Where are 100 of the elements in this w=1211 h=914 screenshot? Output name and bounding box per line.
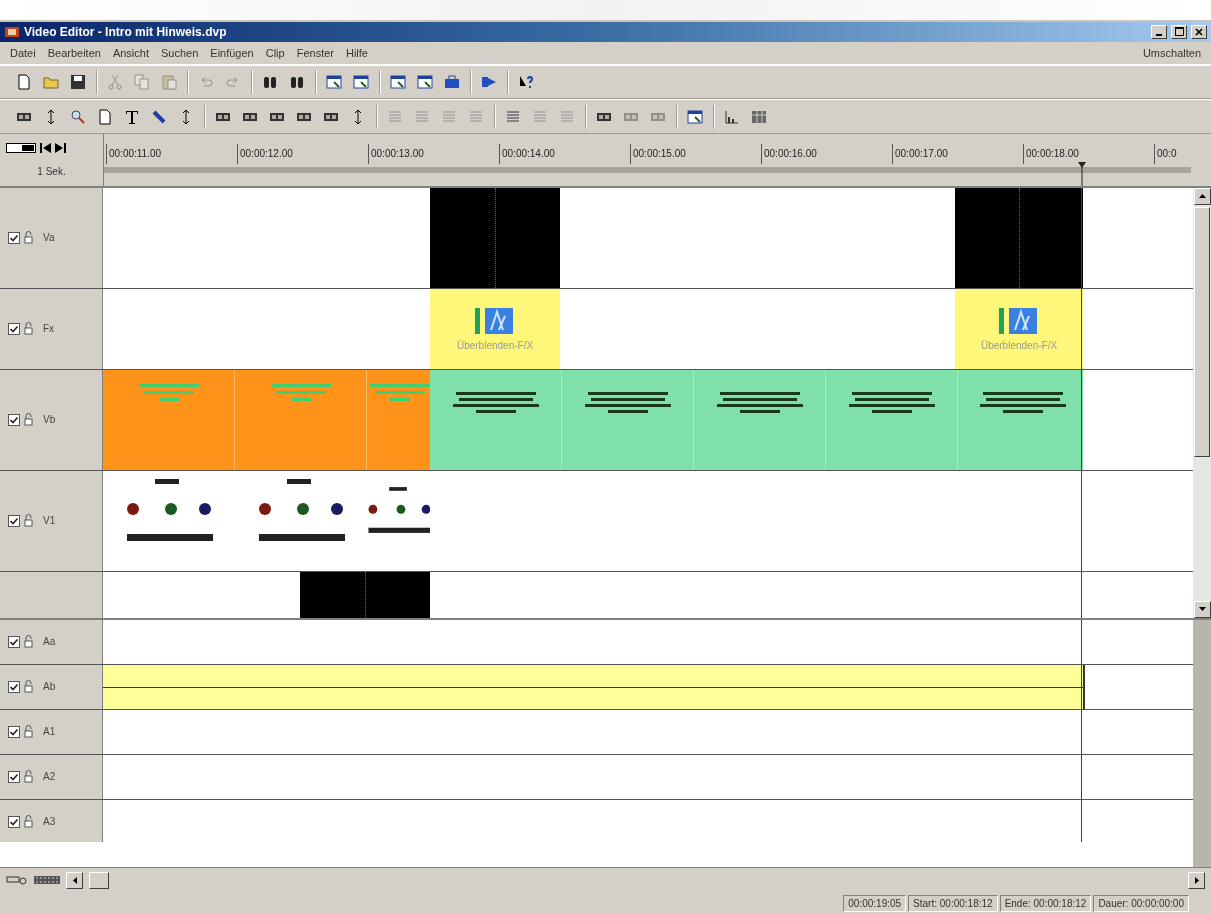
text-icon — [124, 108, 140, 125]
open-lock-icon[interactable] — [24, 514, 33, 528]
copy-icon — [134, 73, 150, 90]
open-lock-icon[interactable] — [24, 635, 33, 649]
toolbox-icon — [444, 73, 460, 90]
window-icon — [687, 108, 703, 125]
menu-item[interactable]: Fenster — [290, 44, 340, 61]
open-lock-icon[interactable] — [24, 770, 33, 784]
minimize-icon — [1156, 33, 1162, 36]
app-icon — [4, 24, 20, 39]
time-label: 00:00:18.00 — [1023, 144, 1079, 164]
open-lock-icon[interactable] — [24, 725, 33, 739]
visibility-checkbox[interactable] — [8, 680, 20, 693]
down-arrow-icon — [1198, 607, 1206, 612]
time-label: 00:00:11.00 — [106, 144, 162, 164]
paste-icon — [161, 73, 177, 90]
track-label: A3 — [43, 816, 56, 828]
list-icon — [505, 108, 521, 125]
menu-item[interactable]: Umschalten — [1136, 44, 1207, 61]
scissors-icon — [107, 73, 123, 90]
document-icon — [16, 73, 32, 90]
time-label: 00:00:16.00 — [761, 144, 817, 164]
open-lock-icon[interactable] — [24, 413, 33, 427]
visibility-checkbox[interactable] — [8, 231, 20, 244]
window-icon — [417, 73, 433, 90]
status-field: Ende: 00:00:18:12 — [999, 894, 1092, 912]
visibility-checkbox[interactable] — [8, 514, 20, 527]
minimize-button[interactable] — [1151, 24, 1167, 39]
help-icon — [518, 73, 534, 90]
time-label: 00:00:15.00 — [630, 144, 686, 164]
menu-item[interactable]: Ansicht — [106, 44, 155, 61]
track-label: Va — [43, 232, 55, 244]
filmstrip-icon[interactable] — [34, 874, 60, 887]
open-lock-icon[interactable] — [24, 322, 33, 336]
left-arrow-icon — [72, 876, 77, 884]
video-clip[interactable] — [955, 187, 1083, 288]
visibility-checkbox[interactable] — [8, 635, 20, 648]
save-icon — [70, 73, 86, 90]
document-icon — [97, 108, 113, 125]
menu-item[interactable]: Bearbeiten — [41, 44, 107, 61]
open-lock-icon[interactable] — [24, 231, 33, 245]
menu-item[interactable]: Hilfe — [340, 44, 374, 61]
close-button[interactable] — [1191, 24, 1207, 39]
scroll-thumb[interactable] — [89, 871, 109, 889]
menu-item[interactable]: Einfügen — [204, 44, 260, 61]
list-icon — [532, 108, 548, 125]
thumbnail-drawing — [270, 383, 331, 401]
track-label: Fx — [43, 323, 55, 335]
skip-forward-icon[interactable] — [55, 142, 66, 154]
time-label: 00:00:12.00 — [237, 144, 293, 164]
close-icon — [1195, 27, 1203, 36]
video-clip[interactable] — [103, 369, 430, 470]
horizontal-scrollbar[interactable] — [66, 871, 1205, 889]
clip-label: Überblenden-F/X — [980, 340, 1058, 352]
list-icon — [468, 108, 484, 125]
table-icon — [751, 108, 767, 125]
visibility-checkbox[interactable] — [8, 770, 20, 783]
visibility-checkbox[interactable] — [8, 322, 20, 335]
scroll-down-button[interactable] — [1193, 600, 1211, 618]
scroll-thumb[interactable] — [1194, 206, 1210, 457]
playhead-marker[interactable] — [1077, 162, 1087, 186]
track-label: A1 — [43, 726, 56, 738]
status-field: Start: 00:00:18:12 — [908, 894, 998, 912]
track-view-icon[interactable] — [6, 142, 36, 154]
time-label: 00:00:14.00 — [499, 144, 555, 164]
vertical-scrollbar[interactable] — [1193, 187, 1211, 618]
list-icon — [414, 108, 430, 125]
scale-label: 1 Sek. — [36, 165, 67, 177]
window-icon — [390, 73, 406, 90]
clip-label: Überblenden-F/X — [456, 340, 534, 352]
video-clip[interactable] — [430, 369, 1083, 470]
track-label: Ab — [43, 681, 56, 693]
menu-item[interactable]: Suchen — [155, 44, 205, 61]
maximize-button[interactable] — [1171, 24, 1187, 39]
status-field: Dauer: 00:00:00:00 — [1093, 894, 1189, 912]
scroll-left-button[interactable] — [66, 871, 83, 889]
skip-back-icon[interactable] — [40, 142, 51, 154]
time-label: 00:0 — [1154, 144, 1177, 164]
track-label: V1 — [43, 515, 56, 527]
window-title: Video Editor - Intro mit Hinweis.dvp — [24, 24, 228, 39]
time-label: 00:00:13.00 — [368, 144, 424, 164]
video-clip[interactable] — [430, 187, 560, 288]
menu-item[interactable]: Clip — [259, 44, 291, 61]
menu-item[interactable]: Datei — [4, 44, 42, 61]
open-lock-icon[interactable] — [24, 815, 33, 829]
magnifier-icon — [70, 108, 86, 125]
window-icon — [353, 73, 369, 90]
time-label: 00:00:17.00 — [892, 144, 948, 164]
scroll-right-button[interactable] — [1188, 871, 1205, 889]
track-label: Vb — [43, 414, 56, 426]
visibility-checkbox[interactable] — [8, 815, 20, 828]
right-arrow-icon — [1194, 876, 1199, 884]
open-lock-icon[interactable] — [24, 680, 33, 694]
visibility-checkbox[interactable] — [8, 725, 20, 738]
visibility-checkbox[interactable] — [8, 413, 20, 426]
window-icon — [326, 73, 342, 90]
track-label: A2 — [43, 771, 56, 783]
list-icon — [559, 108, 575, 125]
thumbnail-drawing — [369, 383, 430, 401]
list-icon — [387, 108, 403, 125]
